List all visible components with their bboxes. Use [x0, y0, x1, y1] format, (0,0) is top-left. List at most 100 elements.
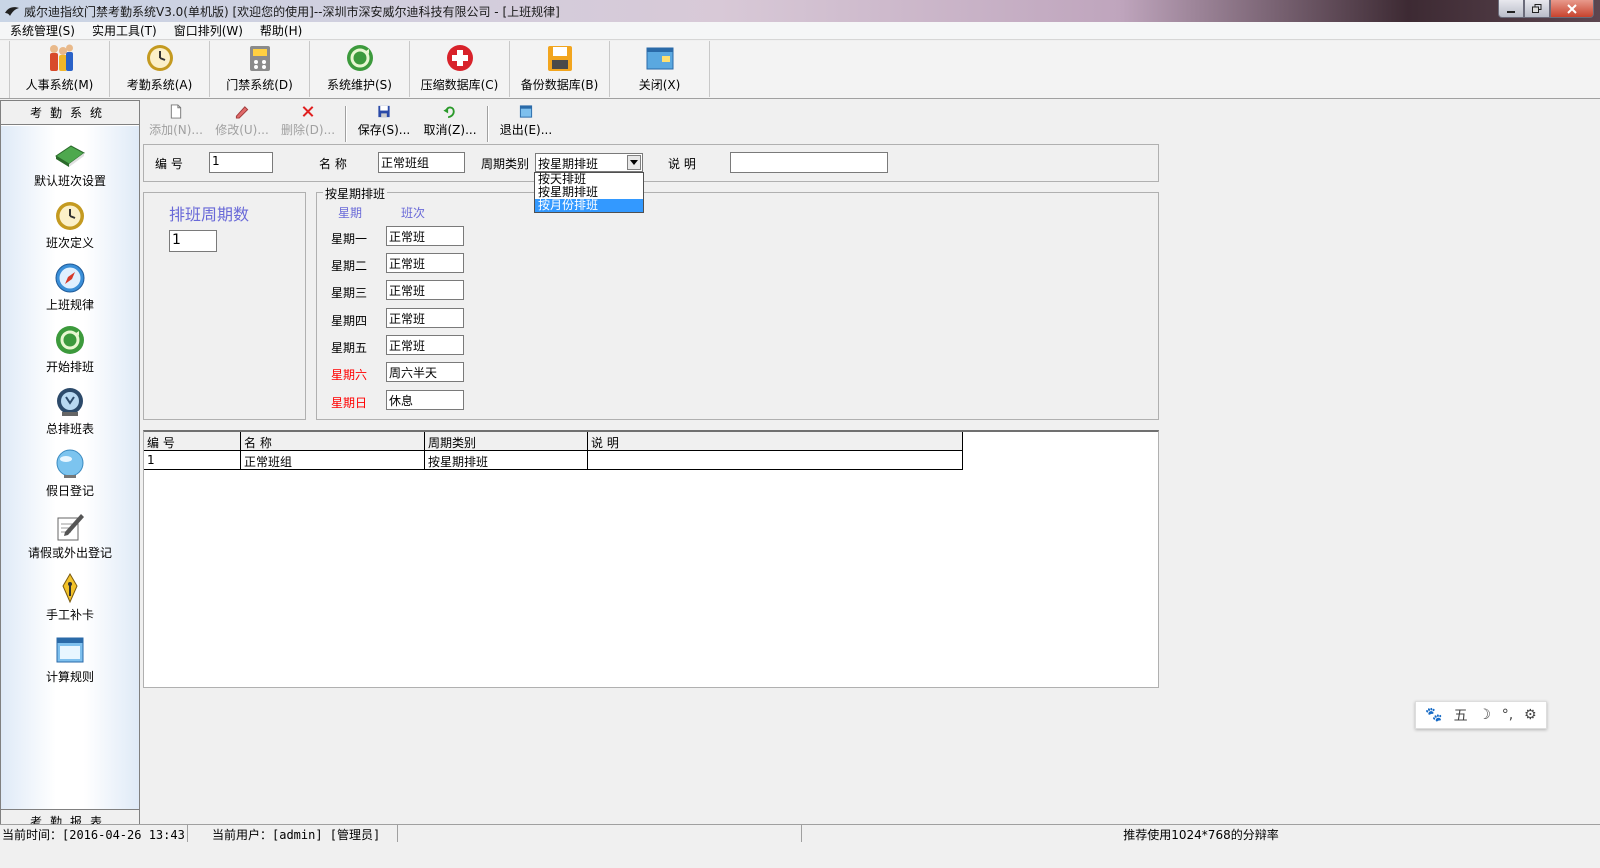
nav-item-holiday-registration[interactable]: 假日登记: [1, 448, 139, 508]
save-button[interactable]: 保存(S)...: [351, 104, 417, 142]
add-button[interactable]: 添加(N)...: [143, 104, 209, 142]
shift-input-sun[interactable]: 休息: [386, 390, 464, 410]
save-label: 保存(S)...: [357, 123, 411, 137]
main-toolbar: 人事系统(M) 考勤系统(A) 门禁系统(D) 系统维护(S) 压缩数据库(C)…: [0, 41, 1600, 99]
delete-label: 删除(D)...: [280, 123, 336, 137]
grid-header-id[interactable]: 编 号: [144, 432, 241, 451]
menu-system[interactable]: 系统管理(S): [0, 22, 82, 39]
exit-icon: [519, 105, 533, 118]
grid-cell-note[interactable]: [588, 451, 963, 470]
schedule-globe-icon: [57, 388, 83, 416]
attendance-system-button[interactable]: 考勤系统(A): [110, 41, 210, 97]
globe-icon: [56, 449, 84, 478]
cycle-type-label: 周期类别: [481, 157, 530, 171]
menu-tools[interactable]: 实用工具(T): [82, 22, 164, 39]
grid-header-note[interactable]: 说 明: [588, 432, 963, 451]
option-by-month[interactable]: 按月份排班: [535, 199, 643, 212]
book-icon: [55, 145, 85, 167]
baidu-paw-icon[interactable]: 🐾: [1425, 707, 1442, 723]
personnel-system-button[interactable]: 人事系统(M): [10, 41, 110, 97]
dropdown-arrow-button[interactable]: [627, 155, 641, 170]
nav-item-calculation-rules[interactable]: 计算规则: [1, 634, 139, 694]
id-label: 编 号: [155, 157, 183, 171]
nav-item-label: 手工补卡: [45, 608, 94, 622]
nav-header[interactable]: 考勤系统: [1, 101, 139, 125]
menu-window[interactable]: 窗口排列(W): [164, 22, 250, 39]
edit-button[interactable]: 修改(U)...: [209, 104, 275, 142]
chevron-down-icon: [630, 160, 638, 165]
minimize-button[interactable]: [1498, 0, 1524, 18]
shift-input-wed[interactable]: 正常班: [386, 280, 464, 300]
access-system-label: 门禁系统(D): [226, 78, 293, 92]
note-input[interactable]: [730, 152, 888, 173]
window-controls: [1498, 0, 1594, 20]
maintenance-label: 系统维护(S): [327, 78, 392, 92]
compass-icon: [55, 263, 85, 293]
title-bar: 威尔迪指纹门禁考勤系统V3.0(单机版) [欢迎您的使用]--深圳市深安威尔迪科…: [0, 0, 1600, 22]
grid-cell-id[interactable]: 1: [144, 451, 241, 470]
delete-button[interactable]: 删除(D)...: [275, 104, 341, 142]
nav-item-leave-registration[interactable]: 请假或外出登记: [1, 510, 139, 570]
nav-item-manual-clock[interactable]: 手工补卡: [1, 572, 139, 632]
grid-cell-name[interactable]: 正常班组: [241, 451, 425, 470]
status-current-time: 当前时间：[2016-04-26 13:43:11]: [0, 825, 188, 843]
new-doc-icon: [170, 104, 182, 119]
toolbar-separator: [345, 106, 347, 142]
personnel-icon: [49, 44, 73, 71]
table-row[interactable]: 1 正常班组 按星期排班: [144, 451, 1158, 470]
grid-header-name[interactable]: 名 称: [241, 432, 425, 451]
settings-gear-icon[interactable]: ⚙: [1524, 707, 1537, 723]
nav-item-shift-definition[interactable]: 班次定义: [1, 200, 139, 260]
close-window-icon: [646, 47, 673, 70]
backup-db-label: 备份数据库(B): [520, 78, 599, 92]
backup-db-button[interactable]: 备份数据库(B): [510, 41, 610, 97]
day-column-header: 星期: [338, 206, 363, 220]
compress-db-button[interactable]: 压缩数据库(C): [410, 41, 510, 97]
compress-db-icon: [446, 45, 473, 71]
nav-item-label: 请假或外出登记: [27, 546, 112, 560]
weekly-schedule-box: 按星期排班 星期 班次 星期一 正常班 星期二 正常班 星期三 正常班 星期四 …: [316, 185, 1159, 420]
punctuation-icon[interactable]: °,: [1502, 707, 1513, 723]
cancel-label: 取消(Z)...: [423, 123, 477, 137]
half-width-moon-icon[interactable]: ☽: [1478, 707, 1491, 723]
maximize-button[interactable]: [1524, 0, 1550, 18]
nav-item-default-shift[interactable]: 默认班次设置: [1, 138, 139, 198]
minimize-icon: [1507, 10, 1515, 13]
name-label: 名 称: [319, 157, 347, 171]
cycle-count-input[interactable]: 1: [169, 230, 217, 252]
exit-button[interactable]: 退出(E)...: [493, 104, 559, 142]
clock-icon: [146, 45, 173, 71]
nav-item-label: 总排班表: [45, 422, 94, 436]
name-input[interactable]: 正常班组: [378, 152, 465, 173]
shift-input-thu[interactable]: 正常班: [386, 308, 464, 328]
cycle-type-select[interactable]: 按星期排班: [535, 153, 643, 172]
shift-input-tue[interactable]: 正常班: [386, 253, 464, 273]
nav-item-start-scheduling[interactable]: 开始排班: [1, 324, 139, 384]
grid-cell-cycle-type[interactable]: 按星期排班: [425, 451, 588, 470]
weekly-schedule-legend: 按星期排班: [323, 185, 388, 202]
menu-help[interactable]: 帮助(H): [250, 22, 309, 39]
app-logo-icon: [5, 7, 19, 16]
close-window-button[interactable]: 关闭(X): [610, 41, 710, 97]
grid-header-cycle-type[interactable]: 周期类别: [425, 432, 588, 451]
shift-input-sat[interactable]: 周六半天: [386, 362, 464, 382]
ime-mode-wubi[interactable]: 五: [1454, 705, 1468, 725]
nav-item-work-pattern[interactable]: 上班规律: [1, 262, 139, 322]
shift-input-fri[interactable]: 正常班: [386, 335, 464, 355]
undo-icon: [443, 106, 455, 119]
nav-item-label: 上班规律: [45, 298, 94, 312]
access-system-button[interactable]: 门禁系统(D): [210, 41, 310, 97]
cancel-button[interactable]: 取消(Z)...: [417, 104, 483, 142]
nav-body: 默认班次设置 班次定义 上班规律 开始排班 总排班表 假日登记 请假或外出登记: [1, 126, 139, 810]
nav-item-master-schedule[interactable]: 总排班表: [1, 386, 139, 446]
cycle-type-dropdown-list: 按天排班 按星期排班 按月份排班: [534, 172, 644, 213]
close-button[interactable]: [1550, 0, 1594, 18]
id-input[interactable]: 1: [209, 152, 273, 173]
nav-item-label: 班次定义: [45, 236, 94, 250]
shift-input-mon[interactable]: 正常班: [386, 226, 464, 246]
maintenance-icon: [346, 45, 373, 71]
cycle-count-box: 排班周期数 1: [143, 192, 306, 420]
maintenance-button[interactable]: 系统维护(S): [310, 41, 410, 97]
shift-column-header: 班次: [401, 206, 426, 220]
refresh-icon: [56, 326, 84, 354]
